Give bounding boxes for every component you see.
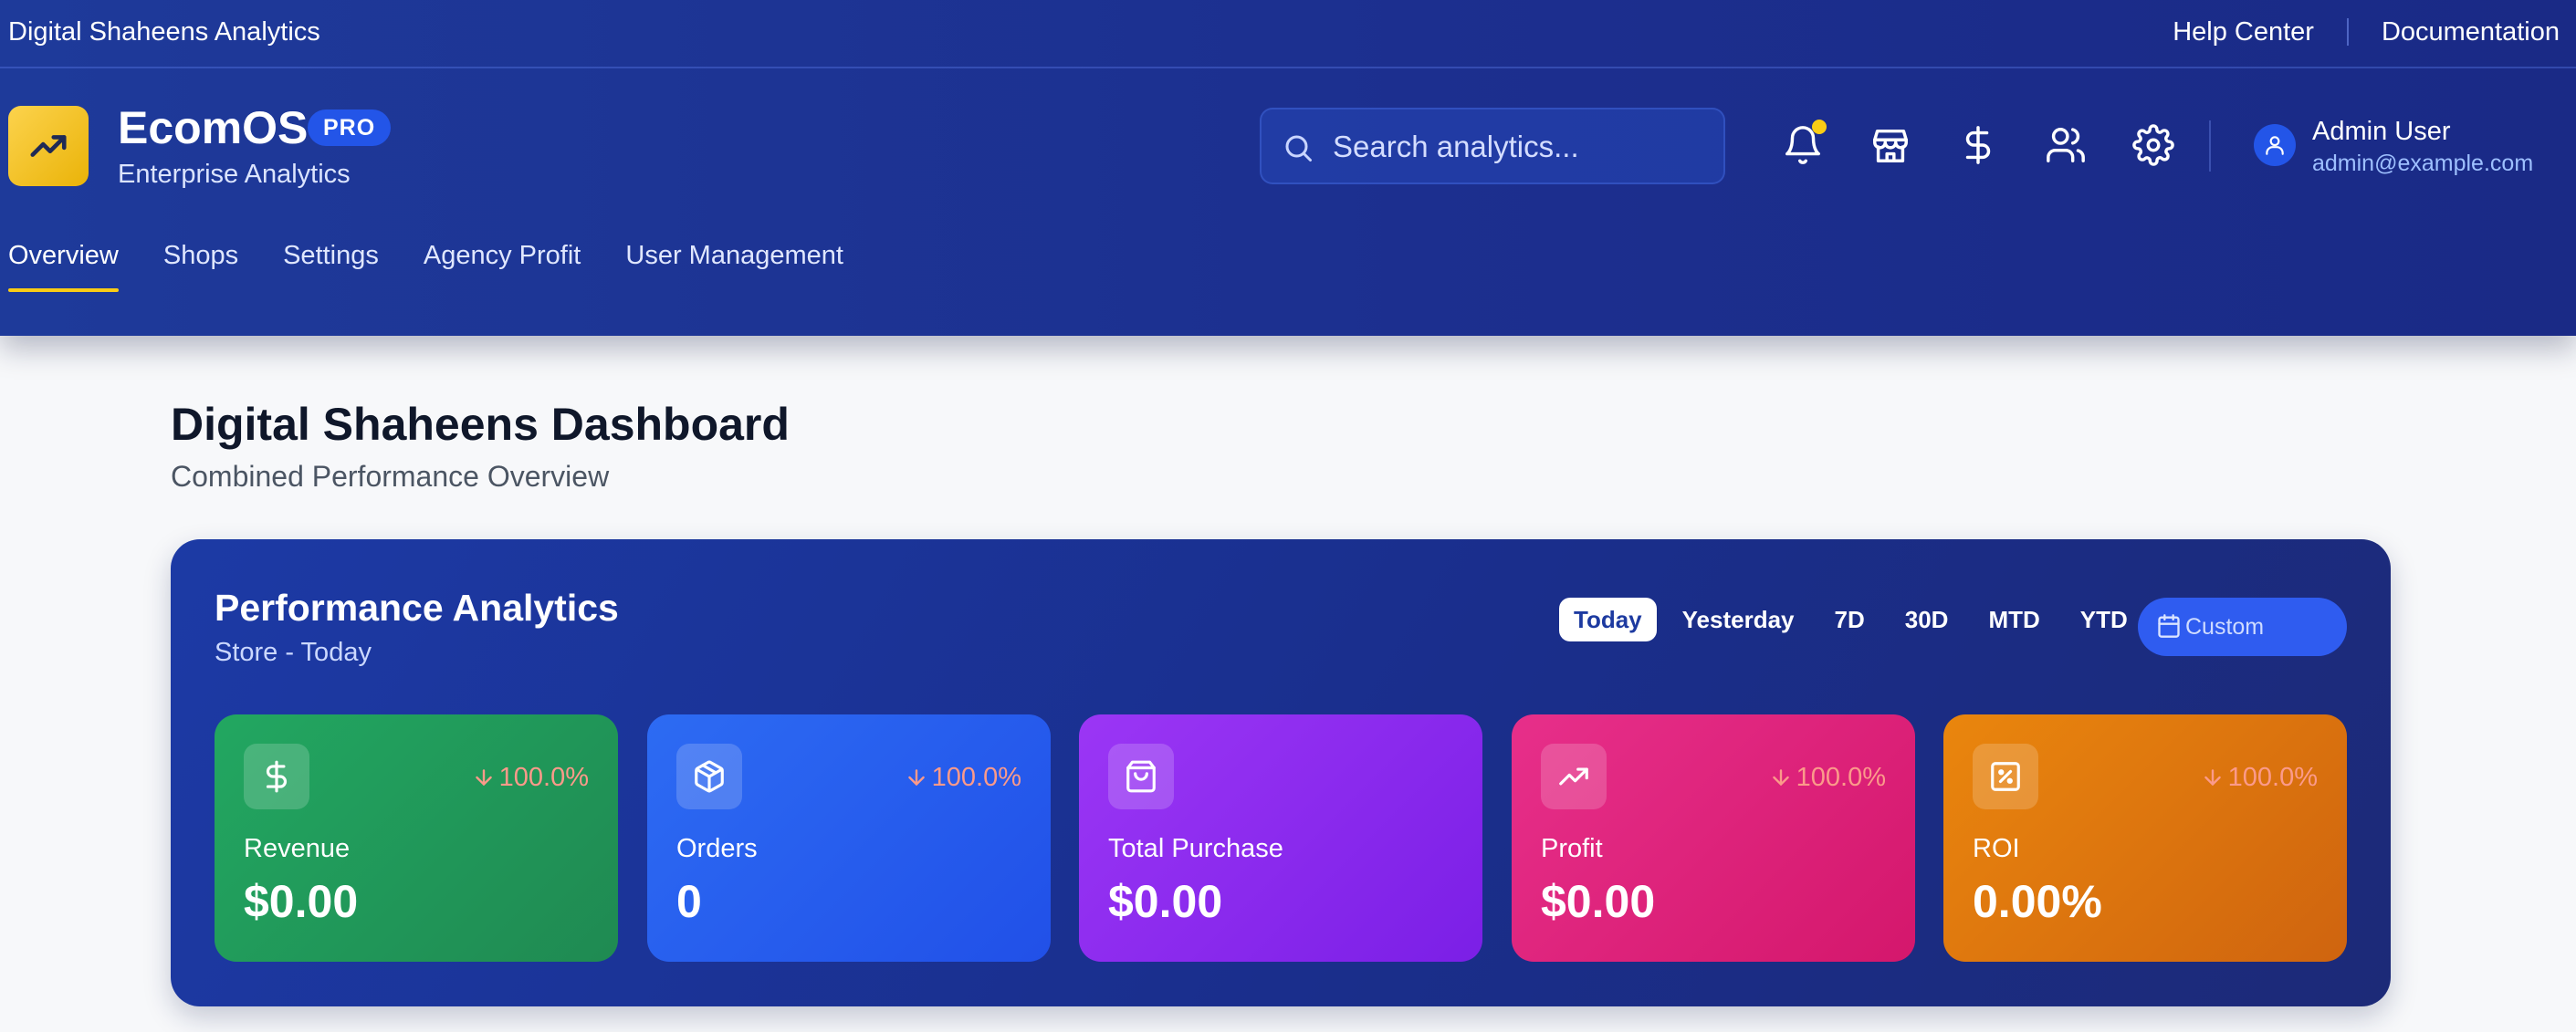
trending-up-icon [1541, 744, 1607, 809]
search-icon [1282, 131, 1314, 164]
tab-shops[interactable]: Shops [163, 239, 238, 272]
top-bar: Digital Shaheens Analytics Help Center D… [0, 0, 2576, 68]
users-icon[interactable] [2045, 124, 2087, 166]
performance-title: Performance Analytics [215, 587, 619, 629]
metric-value: 0 [676, 876, 702, 927]
metric-card-revenue[interactable]: 100.0% Revenue $0.00 [215, 714, 618, 962]
metric-card-total-purchase[interactable]: Total Purchase $0.00 [1079, 714, 1482, 962]
app-header: Digital Shaheens Analytics Help Center D… [0, 0, 2576, 336]
custom-range-button[interactable]: Custom [2138, 598, 2347, 656]
search-input[interactable] [1333, 122, 1707, 172]
calendar-icon [2156, 613, 2182, 639]
range-ytd[interactable]: YTD [2066, 598, 2142, 641]
main-nav: Overview Shops Settings Agency Profit Us… [8, 239, 888, 292]
top-links: Help Center Documentation [2173, 16, 2560, 48]
range-today[interactable]: Today [1559, 598, 1657, 641]
change-value: 100.0% [498, 763, 589, 792]
gear-icon[interactable] [2132, 124, 2174, 166]
metric-value: $0.00 [244, 876, 359, 927]
metric-label: Total Purchase [1108, 834, 1283, 863]
page-subtitle: Combined Performance Overview [171, 460, 610, 493]
metric-label: Revenue [244, 834, 351, 863]
range-yesterday[interactable]: Yesterday [1668, 598, 1809, 641]
app-name: EcomOS [118, 102, 309, 153]
pro-badge: PRO [308, 109, 392, 146]
range-30d[interactable]: 30D [1890, 598, 1963, 641]
metric-card-profit[interactable]: 100.0% Profit $0.00 [1512, 714, 1915, 962]
metric-value: $0.00 [1541, 876, 1656, 927]
arrow-down-icon [2201, 766, 2225, 789]
arrow-down-icon [905, 766, 928, 789]
performance-analytics-card: Performance Analytics Store - Today Toda… [171, 539, 2391, 1006]
date-range-tabs: Today Yesterday 7D 30D MTD YTD [1559, 598, 2153, 641]
metric-value: 0.00% [1973, 876, 2102, 927]
metric-label: Profit [1541, 834, 1603, 863]
shopping-bag-icon [1108, 744, 1174, 809]
range-7d[interactable]: 7D [1820, 598, 1880, 641]
change-indicator: 100.0% [2201, 761, 2318, 794]
notification-dot [1812, 120, 1827, 134]
user-icon [2263, 133, 2287, 157]
documentation-link[interactable]: Documentation [2382, 16, 2560, 48]
range-mtd[interactable]: MTD [1974, 598, 2054, 641]
performance-subtitle: Store - Today [215, 638, 372, 667]
metric-card-roi[interactable]: 100.0% ROI 0.00% [1943, 714, 2347, 962]
trending-up-icon [27, 125, 69, 167]
box-icon [676, 744, 742, 809]
change-value: 100.0% [1796, 763, 1886, 792]
search-box [1260, 108, 1725, 184]
dollar-icon [244, 744, 309, 809]
store-icon[interactable] [1869, 124, 1911, 166]
user-name[interactable]: Admin User [2312, 115, 2451, 148]
help-center-link[interactable]: Help Center [2173, 16, 2314, 48]
change-value: 100.0% [2227, 763, 2318, 792]
tab-settings[interactable]: Settings [283, 239, 379, 272]
metric-value: $0.00 [1108, 876, 1223, 927]
tab-agency-profit[interactable]: Agency Profit [424, 239, 581, 272]
arrow-down-icon [472, 766, 496, 789]
brand-name: Digital Shaheens Analytics [8, 17, 320, 47]
app-subtitle: Enterprise Analytics [118, 160, 351, 189]
metric-label: ROI [1973, 834, 2020, 863]
link-divider [2346, 18, 2349, 46]
tab-user-management[interactable]: User Management [625, 239, 843, 272]
page-title: Digital Shaheens Dashboard [171, 399, 790, 450]
change-value: 100.0% [931, 763, 1021, 792]
metric-label: Orders [676, 834, 758, 863]
change-indicator: 100.0% [472, 761, 589, 794]
arrow-down-icon [1769, 766, 1793, 789]
header-divider [2209, 120, 2211, 172]
user-email: admin@example.com [2312, 151, 2534, 176]
change-indicator: 100.0% [905, 761, 1021, 794]
percent-icon [1973, 744, 2038, 809]
metric-card-orders[interactable]: 100.0% Orders 0 [647, 714, 1051, 962]
tab-overview[interactable]: Overview [8, 239, 119, 292]
app-logo[interactable] [8, 106, 89, 186]
change-indicator: 100.0% [1769, 761, 1886, 794]
avatar[interactable] [2254, 124, 2296, 166]
custom-range-label: Custom [2185, 614, 2265, 640]
dollar-icon[interactable] [1957, 124, 1999, 166]
